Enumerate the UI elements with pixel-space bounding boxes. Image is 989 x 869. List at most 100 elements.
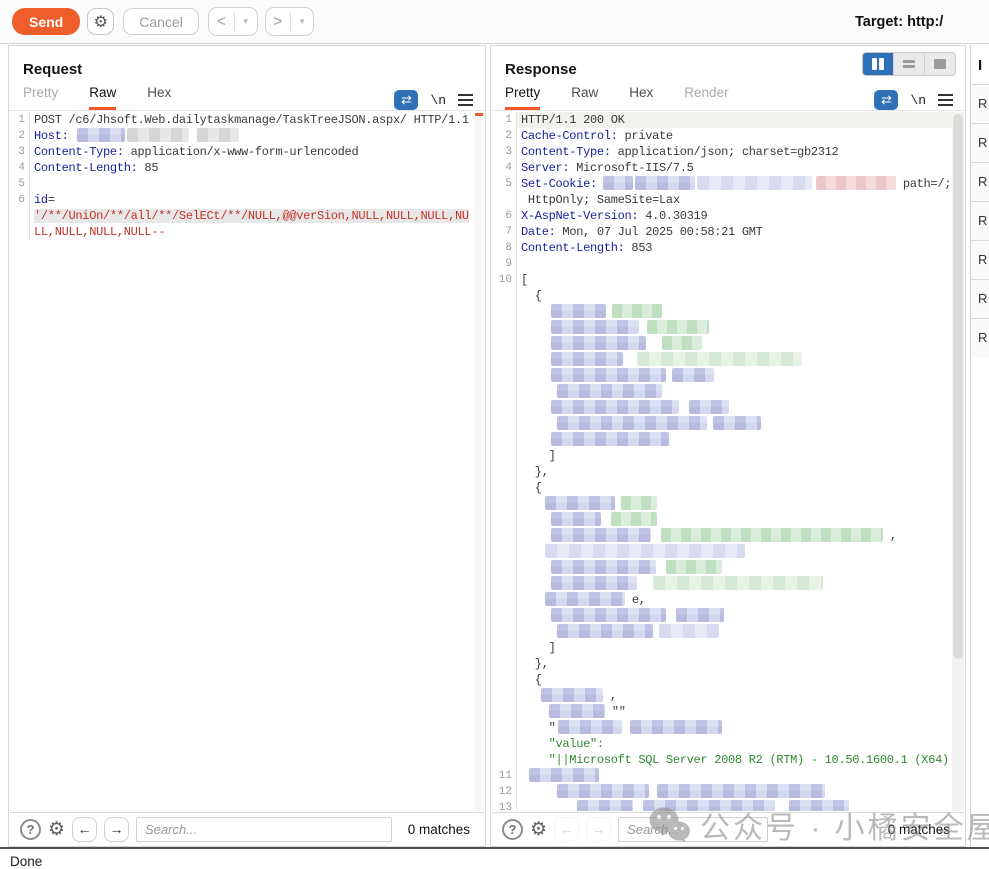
search-next-button[interactable]: →: [104, 817, 129, 842]
send-settings-button[interactable]: ⚙: [87, 8, 114, 35]
redacted-block: [789, 800, 849, 811]
show-newlines-icon[interactable]: \n: [430, 93, 446, 108]
line-content: Content-Type: application/json; charset=…: [517, 144, 964, 160]
code-text: =: [48, 193, 55, 207]
status-bar: Done: [0, 847, 989, 867]
cancel-button[interactable]: Cancel: [123, 8, 199, 35]
line-content: },: [517, 464, 964, 480]
redacted-block: [77, 128, 125, 142]
code-text: e,: [625, 593, 646, 607]
line-number: [492, 640, 516, 656]
line-number: 1: [10, 112, 29, 128]
layout-columns-button[interactable]: [863, 53, 893, 75]
line-content: [517, 416, 964, 432]
code-line: 4Server: Microsoft-IIS/7.5: [492, 160, 964, 176]
line-number: [492, 528, 516, 544]
forward-arrow-icon[interactable]: >: [266, 9, 291, 34]
code-line: 1HTTP/1.1 200 OK: [492, 112, 964, 128]
redacted-block: [611, 512, 657, 526]
line-content: [517, 304, 964, 320]
line-number: 10: [492, 272, 516, 288]
tab-hex[interactable]: Hex: [147, 85, 171, 110]
help-icon[interactable]: ?: [502, 819, 523, 840]
code-text: application/x-www-form-urlencoded: [124, 145, 359, 159]
layout-single-button[interactable]: [924, 53, 955, 75]
line-number: 7: [492, 224, 516, 240]
target-value: http:/: [907, 14, 943, 30]
code-text: HttpOnly; SameSite=Lax: [521, 193, 680, 207]
tab-render[interactable]: Render: [684, 85, 728, 110]
line-content: [517, 400, 964, 416]
line-number: 2: [10, 128, 29, 144]
response-search-input[interactable]: [618, 817, 768, 842]
redacted-block: [557, 784, 649, 798]
code-text: id: [34, 193, 48, 207]
code-line: 12: [492, 784, 964, 800]
inspector-section[interactable]: R: [971, 201, 989, 240]
line-number: 5: [492, 176, 516, 192]
menu-icon[interactable]: [938, 94, 953, 106]
scrollbar-thumb[interactable]: [953, 114, 963, 659]
line-number: [492, 304, 516, 320]
inspector-section[interactable]: R: [971, 123, 989, 162]
tab-hex[interactable]: Hex: [629, 85, 653, 110]
tab-pretty[interactable]: Pretty: [23, 85, 58, 110]
redacted-block: [551, 608, 666, 622]
line-content: [517, 784, 964, 800]
line-content: [517, 384, 964, 400]
line-number: [492, 384, 516, 400]
search-prev-button[interactable]: ←: [72, 817, 97, 842]
code-line: 5Set-Cookie: path=/;: [492, 176, 964, 192]
send-button[interactable]: Send: [12, 8, 80, 35]
line-number: [492, 464, 516, 480]
line-content: [517, 368, 964, 384]
line-number: [492, 592, 516, 608]
line-number: [492, 400, 516, 416]
redacted-block: [551, 304, 606, 318]
inspector-section[interactable]: R: [971, 318, 989, 357]
layout-rows-button[interactable]: [893, 53, 924, 75]
response-scrollbar[interactable]: [952, 112, 964, 811]
inspector-section[interactable]: R: [971, 240, 989, 279]
tab-pretty[interactable]: Pretty: [505, 85, 540, 110]
search-settings-icon[interactable]: ⚙: [48, 819, 65, 840]
show-newlines-icon[interactable]: \n: [910, 93, 926, 108]
redacted-block: [551, 512, 601, 526]
request-scrollbar[interactable]: [475, 112, 483, 811]
line-number: [492, 608, 516, 624]
inspector-section[interactable]: R: [971, 84, 989, 123]
line-number: [492, 512, 516, 528]
code-line: 4Content-Length: 85: [10, 160, 484, 176]
forward-history-button[interactable]: > ▼: [265, 7, 315, 36]
redacted-block: [551, 560, 656, 574]
layout-selector: [862, 52, 956, 76]
line-number: [492, 336, 516, 352]
response-editor[interactable]: 1HTTP/1.1 200 OK2Cache-Control: private3…: [492, 112, 964, 811]
inspector-panel: I RRRRRRR: [970, 45, 989, 847]
redacted-block: [637, 352, 802, 366]
line-number: [492, 480, 516, 496]
inspector-sections: RRRRRRR: [971, 84, 989, 357]
code-line: ,: [492, 528, 964, 544]
back-dropdown-icon[interactable]: ▼: [235, 17, 257, 26]
tab-raw[interactable]: Raw: [89, 85, 116, 110]
back-arrow-icon[interactable]: <: [209, 9, 234, 34]
menu-icon[interactable]: [458, 94, 473, 106]
request-search-input[interactable]: [136, 817, 392, 842]
word-wrap-icon[interactable]: ⇄: [394, 90, 418, 110]
redacted-block: [666, 560, 722, 574]
help-icon[interactable]: ?: [20, 819, 41, 840]
code-text: Server:: [521, 161, 569, 175]
line-content: ,: [517, 528, 964, 544]
tab-raw[interactable]: Raw: [571, 85, 598, 110]
search-settings-icon[interactable]: ⚙: [530, 819, 547, 840]
request-editor[interactable]: 1POST /c6/Jhsoft.Web.dailytaskmanage/Tas…: [10, 112, 484, 811]
code-line: {: [492, 288, 964, 304]
back-history-button[interactable]: < ▼: [208, 7, 258, 36]
inspector-section[interactable]: R: [971, 279, 989, 318]
word-wrap-icon[interactable]: ⇄: [874, 90, 898, 110]
code-line: [492, 320, 964, 336]
forward-dropdown-icon[interactable]: ▼: [291, 17, 313, 26]
inspector-section[interactable]: R: [971, 162, 989, 201]
code-line: 5: [10, 176, 484, 192]
